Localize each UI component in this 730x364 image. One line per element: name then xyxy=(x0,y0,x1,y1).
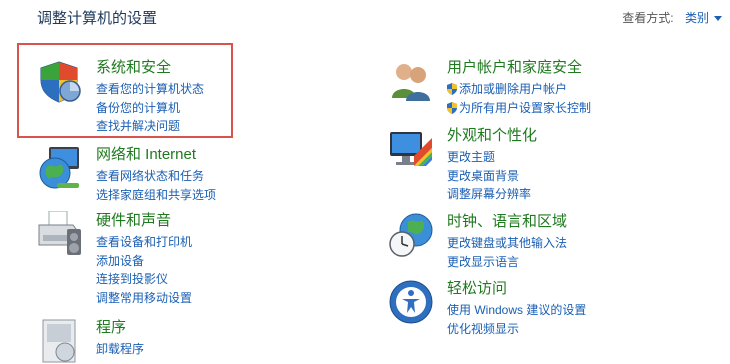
uac-shield-icon xyxy=(447,83,457,95)
link-projector[interactable]: 连接到投影仪 xyxy=(96,270,192,289)
view-by: 查看方式: 类别 xyxy=(622,9,722,26)
category-title-hardware[interactable]: 硬件和声音 xyxy=(96,211,192,231)
category-title-appearance[interactable]: 外观和个性化 xyxy=(447,126,537,146)
printer-icon[interactable] xyxy=(37,211,83,257)
link-backup[interactable]: 备份您的计算机 xyxy=(96,99,204,118)
link-display-language[interactable]: 更改显示语言 xyxy=(447,253,567,272)
link-homegroup[interactable]: 选择家庭组和共享选项 xyxy=(96,186,216,205)
category-title-users[interactable]: 用户帐户和家庭安全 xyxy=(447,58,591,78)
page-title: 调整计算机的设置 xyxy=(37,10,158,27)
link-desktop-background[interactable]: 更改桌面背景 xyxy=(447,167,537,186)
link-keyboard-input[interactable]: 更改键盘或其他输入法 xyxy=(447,234,567,253)
view-by-label: 查看方式: xyxy=(622,11,674,25)
view-by-dropdown[interactable]: 类别 xyxy=(685,11,722,25)
link-mobility-settings[interactable]: 调整常用移动设置 xyxy=(96,289,192,308)
link-change-theme[interactable]: 更改主题 xyxy=(447,148,537,167)
link-check-status[interactable]: 查看您的计算机状态 xyxy=(96,80,204,99)
link-optimize-display[interactable]: 优化视频显示 xyxy=(447,320,586,339)
shield-security-icon[interactable] xyxy=(37,58,83,104)
ease-of-access-icon[interactable] xyxy=(388,279,434,325)
link-troubleshoot[interactable]: 查找并解决问题 xyxy=(96,117,204,136)
users-icon[interactable] xyxy=(388,58,434,104)
link-parental-controls-label[interactable]: 为所有用户设置家长控制 xyxy=(459,101,591,115)
link-windows-suggestions[interactable]: 使用 Windows 建议的设置 xyxy=(447,301,586,320)
link-add-device[interactable]: 添加设备 xyxy=(96,252,192,271)
programs-icon[interactable] xyxy=(37,318,83,364)
category-title-clock[interactable]: 时钟、语言和区域 xyxy=(447,212,567,232)
category-title-system-security[interactable]: 系统和安全 xyxy=(96,58,204,78)
monitor-palette-icon[interactable] xyxy=(388,126,434,172)
category-title-programs[interactable]: 程序 xyxy=(96,318,144,338)
link-uninstall[interactable]: 卸载程序 xyxy=(96,340,144,359)
category-title-ease[interactable]: 轻松访问 xyxy=(447,279,586,299)
uac-shield-icon xyxy=(447,101,457,114)
link-add-remove-accounts-label[interactable]: 添加或删除用户帐户 xyxy=(459,82,567,96)
link-parental-controls[interactable]: 为所有用户设置家长控制 xyxy=(447,99,591,118)
link-devices-printers[interactable]: 查看设备和打印机 xyxy=(96,233,192,252)
view-by-value[interactable]: 类别 xyxy=(685,11,709,25)
category-title-network[interactable]: 网络和 Internet xyxy=(96,145,216,165)
link-resolution[interactable]: 调整屏幕分辨率 xyxy=(447,185,537,204)
chevron-down-icon[interactable] xyxy=(714,16,722,22)
network-globe-icon[interactable] xyxy=(37,145,83,191)
link-network-status[interactable]: 查看网络状态和任务 xyxy=(96,167,216,186)
clock-globe-icon[interactable] xyxy=(388,212,434,258)
link-add-remove-accounts[interactable]: 添加或删除用户帐户 xyxy=(447,80,591,99)
